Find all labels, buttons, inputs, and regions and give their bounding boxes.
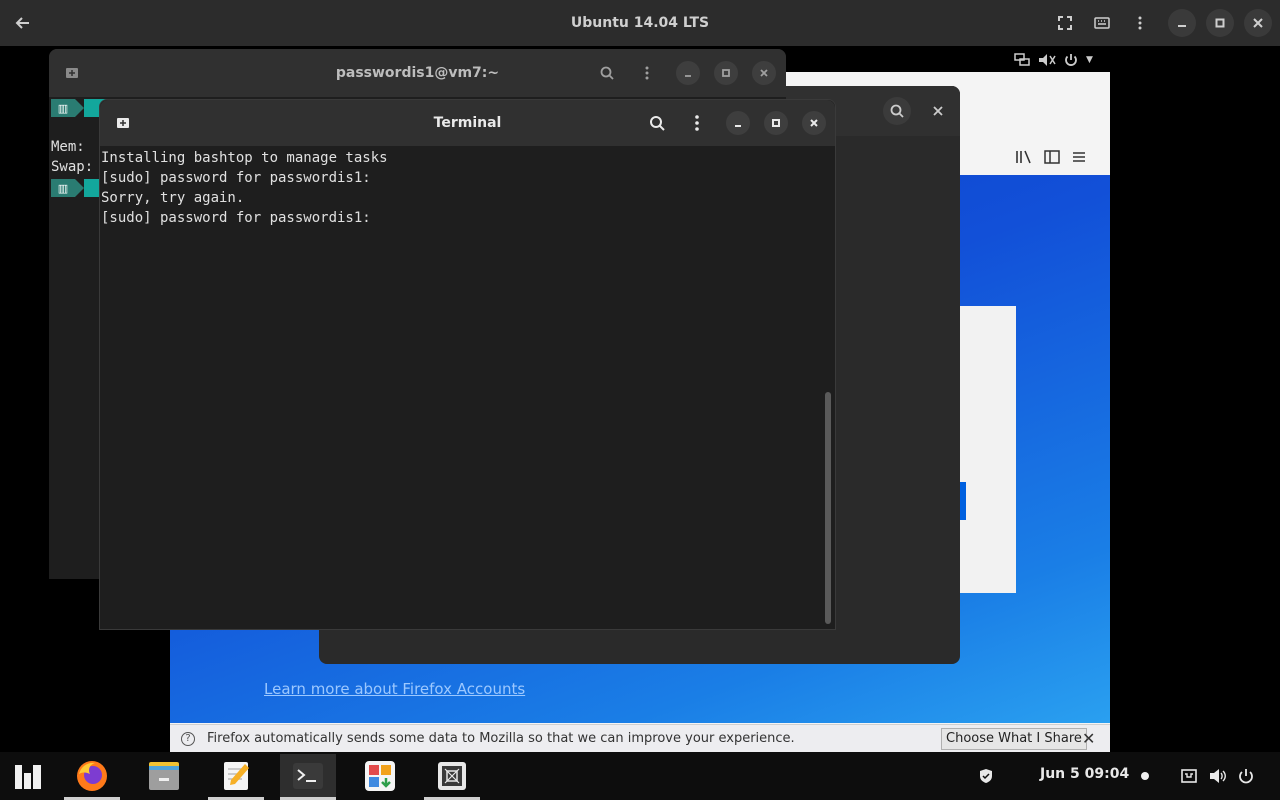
terminal-scrollbar[interactable] bbox=[825, 392, 831, 624]
more-vertical-icon[interactable] bbox=[685, 111, 709, 135]
bashtop-logo-icon: ▥ bbox=[51, 179, 75, 197]
show-apps-icon[interactable] bbox=[0, 754, 56, 798]
terminal-line: Installing bashtop to manage tasks bbox=[101, 150, 388, 166]
notification-dot bbox=[1141, 772, 1149, 780]
terminal-line: Sorry, try again. bbox=[101, 190, 245, 206]
terminal-line: [sudo] password for passwordis1: bbox=[101, 210, 371, 226]
screenshot-icon[interactable] bbox=[424, 754, 480, 798]
terminal-output[interactable]: Installing bashtop to manage tasks [sudo… bbox=[101, 148, 821, 228]
keyboard-icon[interactable] bbox=[1088, 9, 1116, 37]
files-icon[interactable] bbox=[136, 754, 192, 798]
minimize-icon[interactable] bbox=[676, 61, 700, 85]
hamburger-menu-icon[interactable] bbox=[1071, 151, 1087, 163]
software-center-icon[interactable] bbox=[352, 754, 408, 798]
learn-more-link[interactable]: Learn more about Firefox Accounts bbox=[264, 680, 525, 698]
more-vertical-icon[interactable] bbox=[635, 61, 659, 85]
power-icon[interactable] bbox=[1238, 768, 1254, 784]
bashtop-logo-icon: ▥ bbox=[51, 99, 75, 117]
maximize-icon[interactable] bbox=[1206, 9, 1234, 37]
shield-icon[interactable] bbox=[978, 768, 994, 784]
library-icon[interactable] bbox=[1015, 150, 1033, 164]
fullscreen-icon[interactable] bbox=[1051, 9, 1079, 37]
network-icon bbox=[1014, 53, 1030, 66]
swap-label: Swap: bbox=[51, 159, 94, 175]
close-icon[interactable] bbox=[1244, 9, 1272, 37]
data-collection-notice: ? Firefox automatically sends some data … bbox=[170, 724, 1110, 752]
firefox-signin-button[interactable] bbox=[960, 482, 966, 520]
close-icon[interactable] bbox=[802, 111, 826, 135]
close-icon[interactable] bbox=[752, 61, 776, 85]
more-vertical-icon[interactable] bbox=[1126, 9, 1154, 37]
chevron-down-icon: ▼ bbox=[1086, 55, 1093, 65]
guest-system-tray[interactable]: ▼ bbox=[1014, 50, 1093, 70]
close-icon[interactable] bbox=[924, 97, 952, 125]
volume-icon bbox=[1039, 54, 1056, 66]
new-tab-icon[interactable] bbox=[111, 111, 135, 135]
sidebar-icon[interactable] bbox=[1044, 150, 1060, 164]
help-icon: ? bbox=[181, 731, 195, 746]
terminal-line: [sudo] password for passwordis1: bbox=[101, 170, 371, 186]
close-icon[interactable]: ✕ bbox=[1082, 729, 1095, 748]
notice-text: Firefox automatically sends some data to… bbox=[207, 731, 795, 746]
search-icon[interactable] bbox=[883, 97, 911, 125]
text-editor-icon[interactable] bbox=[208, 754, 264, 798]
choose-what-i-share-button[interactable]: Choose What I Share bbox=[941, 728, 1087, 750]
minimize-icon[interactable] bbox=[726, 111, 750, 135]
firefox-icon[interactable] bbox=[64, 754, 120, 798]
new-tab-icon[interactable] bbox=[60, 61, 84, 85]
back-arrow-icon[interactable] bbox=[9, 9, 37, 37]
power-icon bbox=[1065, 54, 1077, 66]
clock[interactable]: Jun 5 09:04 bbox=[1040, 766, 1129, 782]
firefox-toolbar bbox=[1015, 146, 1110, 168]
network-wired-icon[interactable] bbox=[1181, 768, 1197, 784]
mem-label: Mem: bbox=[51, 139, 85, 155]
volume-icon[interactable] bbox=[1209, 768, 1227, 784]
firefox-signin-card bbox=[960, 306, 1016, 593]
maximize-icon[interactable] bbox=[714, 61, 738, 85]
maximize-icon[interactable] bbox=[764, 111, 788, 135]
minimize-icon[interactable] bbox=[1168, 9, 1196, 37]
search-icon[interactable] bbox=[645, 111, 669, 135]
terminal-icon[interactable] bbox=[280, 754, 336, 798]
terminal-front-title: Terminal bbox=[433, 115, 502, 131]
search-icon[interactable] bbox=[595, 61, 619, 85]
